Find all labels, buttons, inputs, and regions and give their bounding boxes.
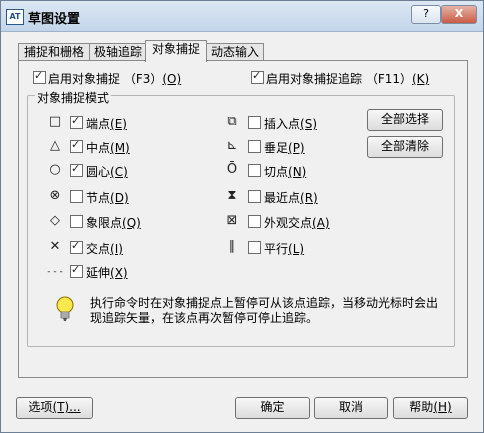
lightbulb-icon: [55, 296, 75, 322]
parallel-icon: ∥: [228, 239, 236, 254]
node-icon: ⊗: [49, 188, 61, 203]
intersection-checkbox[interactable]: [70, 239, 83, 254]
midpoint-label[interactable]: 中点(M): [86, 139, 130, 156]
tangent-label[interactable]: 切点(N): [264, 163, 306, 180]
tangent-icon: Ō: [226, 162, 238, 177]
insertion-icon: ⧉: [227, 114, 237, 129]
insertion-checkbox[interactable]: [248, 116, 261, 129]
extension-label[interactable]: 延伸(X): [86, 264, 128, 281]
nearest-checkbox[interactable]: [248, 190, 261, 203]
tracking-on-checkbox[interactable]: [251, 69, 264, 84]
select-all-button[interactable]: 全部选择: [367, 109, 443, 131]
nearest-label[interactable]: 最近点(R): [264, 189, 318, 206]
help-title-button[interactable]: ?: [411, 5, 441, 24]
extension-icon: - - -: [47, 267, 63, 277]
tangent-checkbox[interactable]: [248, 164, 261, 177]
apparent-intersection-checkbox[interactable]: [248, 215, 261, 228]
help-button[interactable]: 帮助(H): [393, 397, 468, 419]
parallel-label[interactable]: 平行(L): [264, 240, 304, 257]
options-button[interactable]: 选项(T)...: [16, 397, 93, 419]
intersection-icon: ✕: [49, 239, 61, 254]
midpoint-icon: △: [50, 138, 60, 153]
app-icon: AT: [6, 9, 24, 25]
insertion-label[interactable]: 插入点(S): [264, 115, 317, 132]
info-text: 执行命令时在对象捕捉点上暂停可从该点追踪，当移动光标时会出现追踪矢量，在该点再次…: [90, 296, 439, 325]
apparent-intersection-label[interactable]: 外观交点(A): [264, 214, 330, 231]
perpendicular-label[interactable]: 垂足(P): [264, 139, 305, 156]
apparent-intersection-icon: ⊠: [226, 213, 238, 228]
clear-all-button[interactable]: 全部清除: [367, 136, 443, 158]
endpoint-checkbox[interactable]: [70, 114, 83, 129]
perpendicular-icon: ⊾: [226, 138, 238, 153]
snap-on-label[interactable]: 启用对象捕捉 （F3）(O): [48, 70, 181, 87]
dialog-title: 草图设置: [28, 12, 81, 27]
intersection-label[interactable]: 交点(I): [86, 240, 123, 257]
nearest-icon: ⧗: [227, 188, 237, 203]
close-button[interactable]: X: [441, 5, 477, 24]
tab-polar-tracking[interactable]: 极轴追踪: [89, 43, 147, 61]
perpendicular-checkbox[interactable]: [248, 140, 261, 153]
center-checkbox[interactable]: [70, 162, 83, 177]
center-icon: ○: [49, 162, 61, 177]
quadrant-icon: ◇: [50, 213, 60, 228]
title-bar[interactable]: AT 草图设置 ? X: [1, 1, 483, 32]
ok-button[interactable]: 确定: [235, 397, 310, 419]
parallel-checkbox[interactable]: [248, 241, 261, 254]
node-label[interactable]: 节点(D): [86, 189, 129, 206]
node-checkbox[interactable]: [70, 190, 83, 203]
extension-checkbox[interactable]: [70, 263, 83, 278]
center-label[interactable]: 圆心(C): [86, 163, 128, 180]
quadrant-checkbox[interactable]: [70, 215, 83, 228]
tab-dynamic-input[interactable]: 动态输入: [206, 43, 264, 61]
endpoint-icon: □: [48, 114, 62, 129]
midpoint-checkbox[interactable]: [70, 138, 83, 153]
snap-on-checkbox[interactable]: [33, 69, 46, 84]
tracking-on-label[interactable]: 启用对象捕捉追踪 （F11）(K): [266, 70, 429, 87]
quadrant-label[interactable]: 象限点(Q): [86, 214, 141, 231]
endpoint-label[interactable]: 端点(E): [86, 115, 127, 132]
tab-snap-grid[interactable]: 捕捉和栅格: [18, 43, 90, 61]
snap-modes-title: 对象捕捉模式: [35, 89, 112, 106]
cancel-button[interactable]: 取消: [314, 397, 388, 419]
tab-object-snap[interactable]: 对象捕捉: [145, 40, 207, 62]
